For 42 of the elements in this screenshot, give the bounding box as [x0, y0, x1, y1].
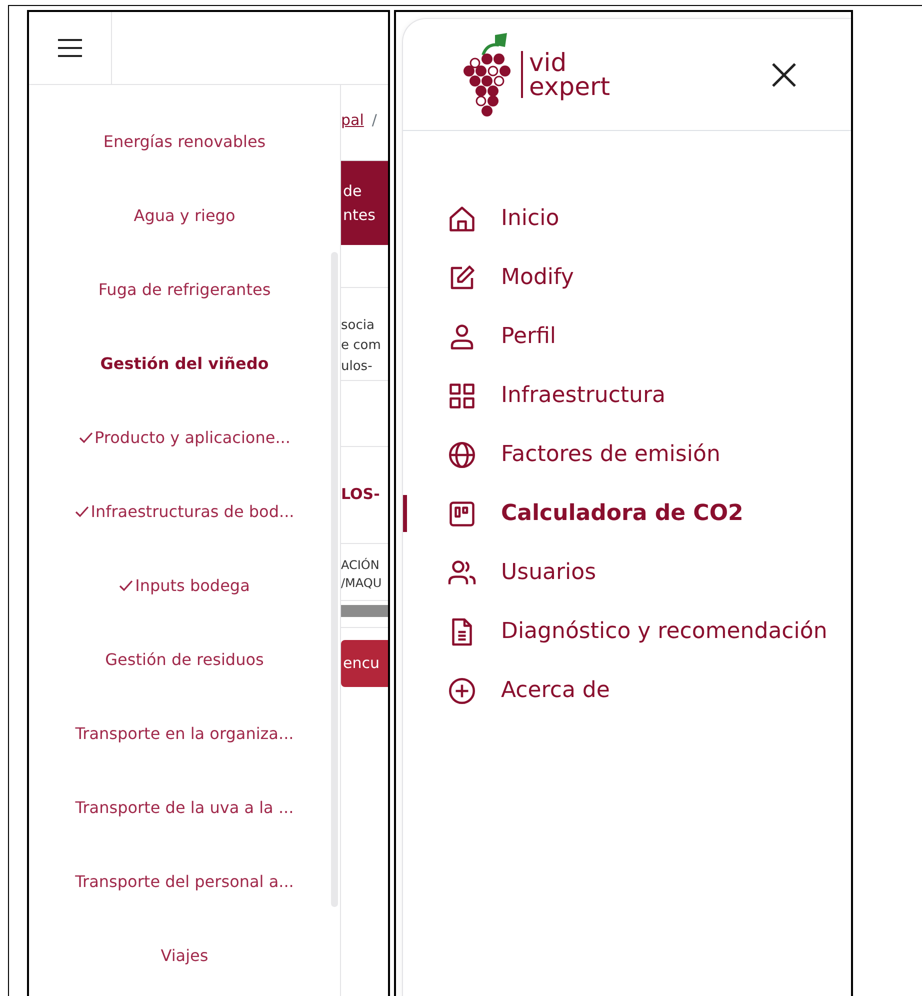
- menu-item[interactable]: Transporte de la uva a la ...: [75, 796, 294, 820]
- nav-item[interactable]: Factores de emisión: [403, 425, 851, 484]
- close-icon: [771, 62, 797, 88]
- nav-item[interactable]: Diagnóstico y recomendación: [403, 602, 851, 661]
- menu-item[interactable]: Agua y riego: [134, 204, 236, 228]
- nav-item[interactable]: Usuarios: [403, 543, 851, 602]
- home-icon: [447, 204, 477, 234]
- calculator-icon: [447, 498, 477, 528]
- text-line: socia: [341, 316, 376, 334]
- menu-item[interactable]: Transporte del personal a...: [75, 870, 294, 894]
- heading-text: LOS-: [341, 484, 380, 503]
- grid-icon: [447, 380, 477, 410]
- breadcrumb-link[interactable]: pal: [341, 111, 364, 129]
- table-header-text: /MAQU: [341, 575, 383, 592]
- nav-item[interactable]: Infraestructura: [403, 366, 851, 425]
- banner-text: ntes: [343, 204, 376, 226]
- progress-bar-track: [341, 605, 388, 618]
- text-line: e com: [341, 337, 382, 356]
- globe-icon: [447, 440, 477, 470]
- menu-item[interactable]: Transporte en la organiza...: [75, 722, 294, 746]
- nav-item[interactable]: Acerca de: [403, 661, 851, 720]
- table-header-text: ACIÓN: [341, 556, 380, 574]
- nav-item[interactable]: Inicio: [403, 189, 851, 248]
- logo-text: vid expert: [521, 50, 610, 98]
- menu-item[interactable]: Gestión de residuos: [105, 648, 264, 672]
- users-icon: [447, 558, 477, 588]
- menu-item[interactable]: Fuga de refrigerantes: [98, 278, 271, 302]
- plus-circle-icon: [447, 676, 477, 706]
- menu-item[interactable]: Inputs bodega: [135, 574, 250, 598]
- text-line: ulos-: [341, 358, 374, 376]
- menu-item[interactable]: Infraestructuras de bod...: [90, 500, 294, 524]
- menu-icon: [57, 38, 83, 58]
- nav-item[interactable]: Calculadora de CO2: [403, 484, 851, 543]
- menu-item[interactable]: Producto y aplicacione...: [94, 426, 290, 450]
- banner-text: de: [343, 180, 363, 202]
- menu-item[interactable]: Energías renovables: [103, 130, 266, 154]
- nav-item[interactable]: Modify: [403, 248, 851, 307]
- action-button[interactable]: encu: [341, 640, 388, 687]
- breadcrumb-separator: /: [372, 111, 377, 129]
- nav-item[interactable]: Perfil: [403, 307, 851, 366]
- menu-item[interactable]: Viajes: [160, 944, 208, 968]
- menu-item[interactable]: Gestión del viñedo: [100, 352, 269, 376]
